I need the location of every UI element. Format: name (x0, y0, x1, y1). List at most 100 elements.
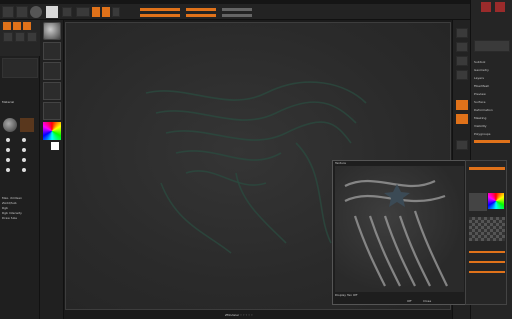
texture-slider[interactable] (469, 271, 505, 273)
model-stroke (175, 150, 282, 161)
texture-slider[interactable] (469, 167, 505, 170)
right-item-5[interactable]: Surface (474, 100, 510, 104)
left-panel: Material Max. XmlGen ZAdd/Sub Rgb Rgb In… (0, 56, 40, 319)
frame-button[interactable] (456, 140, 468, 150)
texture-stroke (398, 215, 431, 287)
preset-dot[interactable] (22, 168, 26, 172)
texture-icon[interactable] (3, 32, 13, 42)
floor-button[interactable] (456, 114, 468, 124)
preset-dot[interactable] (6, 138, 10, 142)
texture-stroke (353, 215, 386, 287)
material-swatch[interactable] (20, 118, 34, 132)
texture-window-footer: Display Tex Off (335, 293, 358, 297)
right-item-7[interactable]: Masking (474, 116, 510, 120)
texture-stroke (344, 179, 436, 188)
preset-dot[interactable] (6, 148, 10, 152)
persp-button[interactable] (456, 100, 468, 110)
brush-preview[interactable] (2, 58, 38, 78)
model-stroke (155, 101, 357, 124)
gear-icon[interactable] (481, 2, 491, 12)
side-item-2[interactable]: Rgb (2, 206, 38, 210)
canvas-footer: ZModeler ◦ ◦ ◦ ◦ ◦ (65, 310, 451, 319)
rgb-intensity-slider[interactable] (140, 8, 180, 11)
right-item-9[interactable]: Polygroups (474, 132, 510, 136)
right-item-2[interactable]: Layers (474, 76, 510, 80)
rotate-button[interactable] (112, 7, 120, 17)
gradient-icon[interactable] (27, 32, 37, 42)
draw-size-slider[interactable] (186, 14, 216, 17)
right-item-1[interactable]: Geometry (474, 68, 510, 72)
tool-icon[interactable] (495, 2, 505, 12)
bpr-button[interactable] (456, 28, 468, 38)
dots-brush-icon[interactable] (43, 42, 61, 60)
right-item-0[interactable]: Subtool (474, 60, 510, 64)
preset-dot[interactable] (6, 158, 10, 162)
sphere-icon[interactable] (30, 6, 42, 18)
side-item-3[interactable]: Rgb Intensity (2, 211, 38, 215)
model-stroke (160, 182, 232, 254)
focal-shift-slider[interactable] (186, 8, 216, 11)
texture-icon[interactable] (43, 82, 61, 100)
texture-stroke (368, 215, 401, 287)
texture-viewport[interactable] (335, 166, 464, 292)
preset-dot[interactable] (6, 168, 10, 172)
stroke-icon[interactable] (13, 22, 21, 30)
alpha-preview[interactable] (469, 217, 505, 241)
canvas-footer-text: ZModeler ◦ ◦ ◦ ◦ ◦ (225, 313, 253, 317)
preset-dot[interactable] (22, 158, 26, 162)
preset-dot[interactable] (22, 148, 26, 152)
side-item-4[interactable]: Draw Size (2, 216, 38, 220)
material-section-title: Material (2, 100, 15, 104)
star-shape (384, 184, 410, 207)
texture-close-button[interactable]: Close (423, 299, 441, 303)
right-item-4[interactable]: Preview (474, 92, 510, 96)
texture-slider[interactable] (469, 251, 505, 253)
brush-icon[interactable] (3, 22, 11, 30)
side-item-1[interactable]: ZAdd/Sub (2, 201, 38, 205)
model-stroke (185, 170, 267, 186)
texture-side-panel (465, 160, 507, 305)
model-stroke (145, 81, 367, 104)
texture-stroke (413, 210, 448, 287)
color-picker-icon[interactable] (43, 122, 61, 140)
scroll-button[interactable] (456, 42, 468, 52)
texture-window-title: Texture (335, 161, 346, 165)
projection-master-button[interactable] (2, 6, 14, 18)
quick-sketch-button[interactable] (46, 6, 58, 18)
scale-button[interactable] (102, 7, 110, 17)
color-picker-icon[interactable] (488, 193, 504, 209)
texture-model (344, 179, 448, 287)
sphere-icon[interactable] (43, 22, 61, 40)
brush-shelf (40, 20, 64, 319)
model-stroke (165, 121, 352, 144)
right-item-8[interactable]: Visibility (474, 124, 510, 128)
actual-button[interactable] (456, 70, 468, 80)
preset-dot[interactable] (22, 138, 26, 142)
active-slider[interactable] (474, 140, 510, 143)
right-item-3[interactable]: FiberMesh (474, 84, 510, 88)
material-icon[interactable] (15, 32, 25, 42)
material-icon[interactable] (43, 102, 61, 120)
material-sphere-icon[interactable] (3, 118, 17, 132)
top-toolbar (0, 4, 512, 20)
draw-button[interactable] (76, 7, 90, 17)
side-item-0[interactable]: Max. XmlGen (2, 196, 38, 200)
texture-slider[interactable] (469, 261, 505, 263)
z-intensity-slider[interactable] (140, 14, 180, 17)
total-points-readout (222, 14, 252, 17)
model-stroke (295, 142, 332, 244)
lightbox-button[interactable] (16, 6, 28, 18)
alpha-icon[interactable] (43, 62, 61, 80)
move-button[interactable] (92, 7, 100, 17)
left-tool-palette (0, 20, 40, 56)
edit-button[interactable] (62, 7, 72, 17)
active-points-readout (222, 8, 252, 11)
zoom-button[interactable] (456, 56, 468, 66)
texture-off-button[interactable]: Off (407, 299, 421, 303)
secondary-color-swatch[interactable] (51, 142, 59, 150)
alpha-icon[interactable] (23, 22, 31, 30)
right-item-6[interactable]: Deformation (474, 108, 510, 112)
subtool-preview[interactable] (474, 40, 510, 52)
texture-stroke (383, 215, 416, 287)
texture-thumb[interactable] (469, 193, 487, 211)
